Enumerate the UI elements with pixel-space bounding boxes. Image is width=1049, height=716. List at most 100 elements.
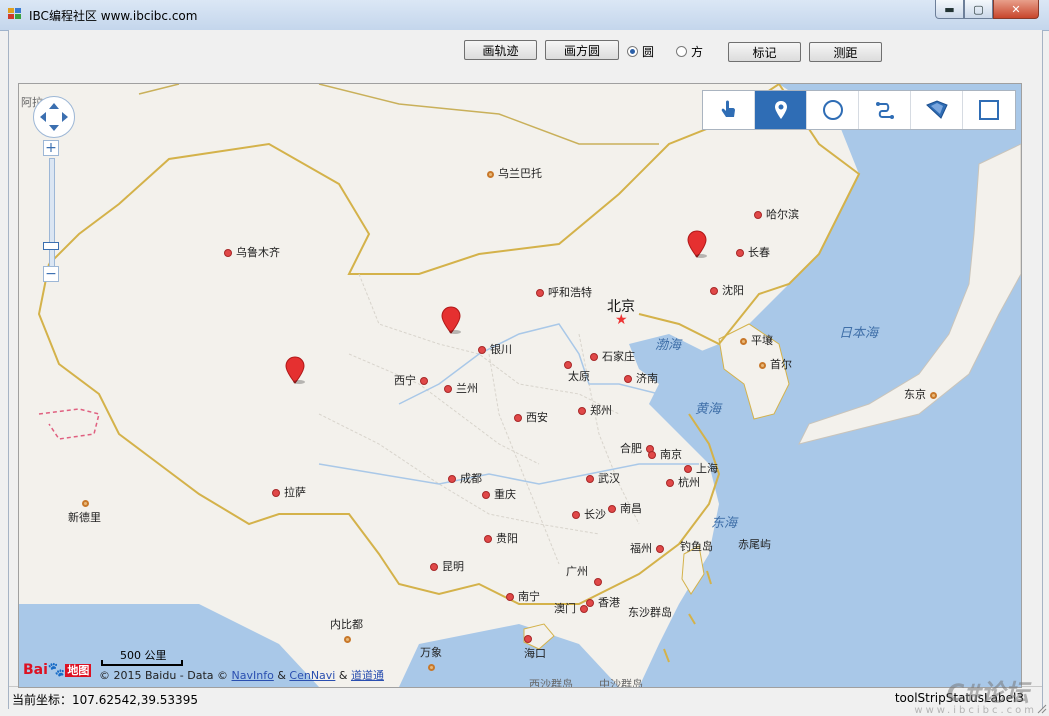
city-dot: [224, 249, 232, 257]
city-lanzhou: 兰州: [444, 380, 478, 396]
maximize-button[interactable]: ▢: [964, 0, 993, 19]
city-dot: [514, 414, 522, 422]
cut-off-label: 西沙群岛: [529, 678, 573, 688]
minimize-icon: ▬: [944, 2, 955, 16]
rectangle-tool-icon: [979, 100, 999, 120]
city-hangzhou: 杭州: [666, 474, 700, 490]
city-label: 武汉: [598, 472, 620, 485]
minimize-button[interactable]: ▬: [935, 0, 964, 19]
zoom-slider-thumb[interactable]: [43, 242, 59, 250]
yangtze-river: [318, 463, 699, 485]
polygon-tool[interactable]: [911, 91, 963, 129]
title-bar: IBC编程社区 www.ibcibc.com ▬ ▢ ✕: [0, 0, 1049, 31]
city-label: 西宁: [394, 374, 416, 387]
mark-button[interactable]: 标记: [728, 42, 801, 62]
close-icon: ✕: [1011, 2, 1021, 16]
city-xian: 西安: [514, 409, 548, 425]
island-label: 钓鱼岛: [680, 540, 713, 553]
city-dot: [564, 361, 572, 369]
city-label: 东京: [904, 388, 926, 401]
capital-dot: [82, 499, 89, 507]
baidu-logo[interactable]: Bai🐾 地图: [23, 662, 92, 678]
city-zhengzhou: 郑州: [578, 402, 612, 418]
radio-square-dot[interactable]: [676, 46, 687, 57]
draw-track-button[interactable]: 画轨迹: [464, 40, 537, 60]
zoom-out-button[interactable]: −: [43, 266, 59, 282]
radio-circle-dot[interactable]: [627, 46, 638, 57]
polyline-tool[interactable]: [859, 91, 911, 129]
city-lhasa: 拉萨: [272, 484, 306, 500]
hand-pointer-tool[interactable]: [703, 91, 755, 129]
measure-button[interactable]: 测距: [809, 42, 882, 62]
city-label: 长沙: [584, 508, 606, 521]
watermark: C#论坛: [946, 679, 1029, 707]
city-label: 首尔: [770, 358, 792, 371]
pan-arrows-icon[interactable]: [34, 97, 74, 137]
maximize-icon: ▢: [973, 2, 984, 16]
polygon-tool-icon: [925, 100, 948, 119]
city-dot: [524, 635, 532, 643]
city-guangzhou: 广州: [566, 565, 606, 589]
map-view[interactable]: 乌兰巴托 哈尔滨 长春 乌鲁木齐 沈阳 呼和浩特 平壤 首尔 银川 石家庄 太原…: [18, 83, 1022, 688]
circle-tool[interactable]: [807, 91, 859, 129]
city-yinchuan: 银川: [478, 341, 512, 357]
map-marker[interactable]: [285, 356, 305, 384]
city-pyongyang: 平壤: [740, 332, 773, 348]
city-chengdu: 成都: [448, 470, 482, 486]
pan-control[interactable]: [33, 96, 75, 138]
city-label: 海口: [524, 647, 546, 660]
sea-label: 黄海: [695, 402, 722, 417]
city-changsha: 长沙: [572, 506, 606, 522]
pacific-sea: [639, 84, 1021, 687]
city-nanjing: 南京: [648, 446, 682, 462]
city-dot: [710, 287, 718, 295]
marker-tool[interactable]: [755, 91, 807, 129]
right-edge: [1028, 30, 1042, 684]
status-bar: 当前坐标：107.62542,39.53395 toolStripStatusL…: [9, 686, 1042, 709]
resize-grip-icon[interactable]: [1037, 704, 1047, 714]
radio-circle-label: 圆: [642, 45, 655, 59]
city-dot: [444, 385, 452, 393]
city-hohhot: 呼和浩特: [536, 284, 592, 300]
close-button[interactable]: ✕: [993, 0, 1039, 19]
city-new-delhi: 新德里: [68, 496, 101, 525]
city-label: 平壤: [751, 334, 773, 347]
city-haikou: 海口: [524, 632, 546, 661]
city-nanning: 南宁: [506, 588, 540, 604]
zoom-slider-track[interactable]: [49, 158, 55, 272]
city-label: 澳门: [554, 602, 576, 615]
city-dot: [608, 505, 616, 513]
capital-dot: [344, 635, 351, 643]
city-dot: [736, 249, 744, 257]
rectangle-tool[interactable]: [963, 91, 1015, 129]
city-label: 广州: [566, 565, 588, 578]
map-marker[interactable]: [687, 230, 707, 258]
capital-dot: [740, 337, 747, 345]
sea-label: 东海: [711, 516, 738, 531]
city-dot: [572, 511, 580, 519]
city-urumqi: 乌鲁木齐: [224, 244, 280, 260]
radio-circle[interactable]: 圆: [627, 43, 654, 60]
map-marker[interactable]: [441, 306, 461, 334]
zoom-in-button[interactable]: +: [43, 140, 59, 156]
city-harbin: 哈尔滨: [754, 206, 799, 222]
polyline-tool-icon: [875, 102, 894, 119]
city-dot: [506, 593, 514, 601]
city-label: 拉萨: [284, 486, 306, 499]
city-kunming: 昆明: [430, 558, 464, 574]
draw-square-circle-button[interactable]: 画方圆: [545, 40, 619, 60]
cennavi-link[interactable]: CenNavi: [289, 669, 335, 682]
hand-pointer-icon: [721, 100, 735, 117]
navinfo-link[interactable]: NavInfo: [232, 669, 274, 682]
daodaotong-link[interactable]: 道道通: [351, 669, 384, 682]
city-dot: [648, 451, 656, 459]
radio-square[interactable]: 方: [676, 43, 703, 60]
city-xining: 西宁: [394, 372, 432, 388]
city-label: 郑州: [590, 404, 612, 417]
city-shenyang: 沈阳: [710, 282, 744, 298]
city-dot: [624, 375, 632, 383]
city-label: 万象: [420, 646, 442, 659]
city-label: 太原: [568, 370, 590, 383]
city-dot: [272, 489, 280, 497]
city-nanchang: 南昌: [608, 500, 642, 516]
